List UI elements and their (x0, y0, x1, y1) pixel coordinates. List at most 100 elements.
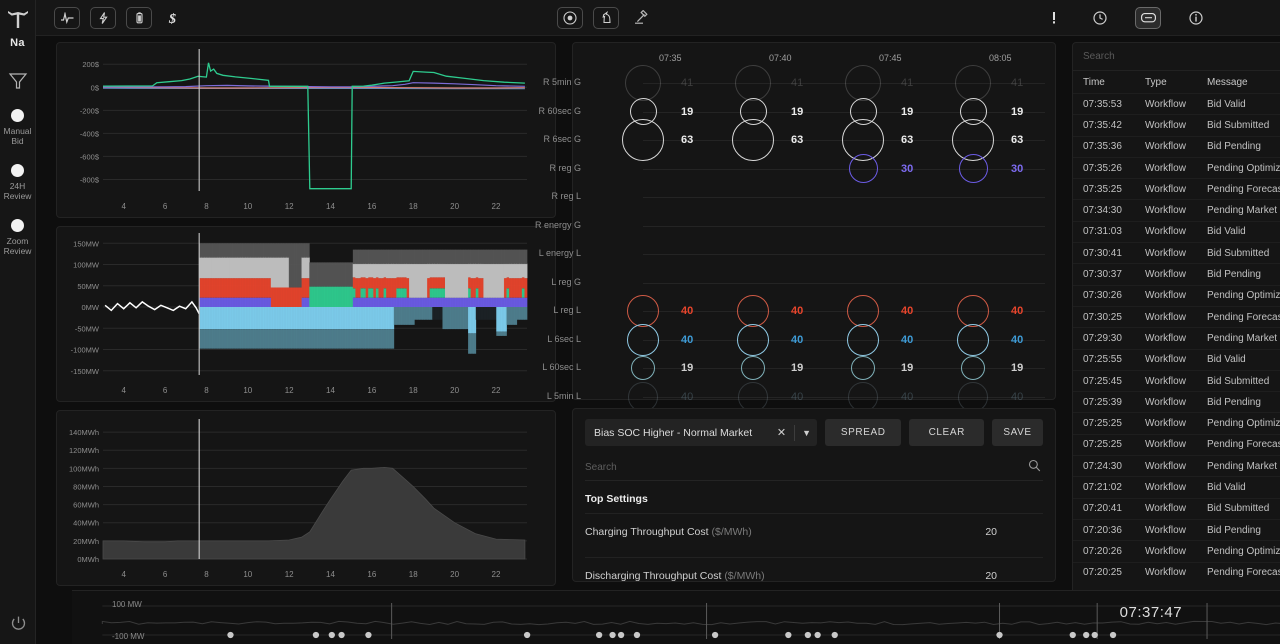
bid-circle[interactable] (627, 295, 659, 327)
table-row[interactable]: 07:35:26WorkflowPending Optimization (1073, 157, 1280, 178)
bid-value[interactable]: 63 (681, 134, 693, 146)
table-row[interactable]: 07:20:36WorkflowBid Pending (1073, 519, 1280, 540)
bid-circle[interactable] (741, 356, 765, 380)
bid-circle[interactable] (847, 295, 879, 327)
bid-circle[interactable] (737, 324, 769, 356)
table-row[interactable]: 07:25:25WorkflowPending Optimization (1073, 412, 1280, 433)
bid-value[interactable]: 40 (1011, 305, 1023, 317)
bid-value[interactable]: 40 (901, 334, 913, 346)
bid-circle[interactable] (851, 356, 875, 380)
bid-value[interactable]: 40 (681, 305, 693, 317)
bid-value[interactable]: 40 (901, 305, 913, 317)
column-header-type[interactable]: Type (1145, 77, 1207, 88)
bid-value[interactable]: 40 (1011, 391, 1023, 403)
bid-circle[interactable] (631, 356, 655, 380)
user-initials[interactable]: Na (10, 37, 25, 49)
bid-value[interactable]: 19 (1011, 362, 1023, 374)
setting-row-discharging-throughput-cost[interactable]: Discharging Throughput Cost ($/MWh) 20 (585, 557, 1043, 593)
bid-circle[interactable] (961, 356, 985, 380)
table-row[interactable]: 07:25:39WorkflowBid Pending (1073, 391, 1280, 412)
bid-circle[interactable] (847, 324, 879, 356)
bid-circle[interactable] (955, 65, 991, 101)
sidebar-item-24h-review[interactable]: 24H Review (0, 164, 36, 201)
table-row[interactable]: 07:24:30WorkflowPending Market Data (1073, 455, 1280, 476)
bid-value[interactable]: 41 (681, 77, 693, 89)
bid-circle[interactable] (737, 295, 769, 327)
bid-value[interactable]: 40 (791, 391, 803, 403)
preset-select[interactable]: Bias SOC Higher - Normal Market ✕ ▼ (585, 419, 817, 446)
chess-knight-icon[interactable] (593, 7, 619, 29)
table-row[interactable]: 07:30:26WorkflowPending Optimization (1073, 285, 1280, 306)
column-header-message[interactable]: Message (1207, 77, 1280, 88)
gavel-icon[interactable] (629, 7, 651, 29)
bid-value[interactable]: 40 (791, 334, 803, 346)
table-row[interactable]: 07:29:30WorkflowPending Market Data (1073, 327, 1280, 348)
bid-circle[interactable] (627, 324, 659, 356)
bid-value[interactable]: 40 (791, 305, 803, 317)
bid-circle[interactable] (845, 65, 881, 101)
bid-circle[interactable] (957, 324, 989, 356)
bid-value[interactable]: 63 (791, 134, 803, 146)
column-header-time[interactable]: Time (1083, 77, 1145, 88)
bid-circle[interactable] (625, 65, 661, 101)
table-row[interactable]: 07:31:03WorkflowBid Valid (1073, 221, 1280, 242)
table-row[interactable]: 07:30:41WorkflowBid Submitted (1073, 242, 1280, 263)
table-row[interactable]: 07:20:26WorkflowPending Optimization (1073, 540, 1280, 561)
bid-circle[interactable] (735, 65, 771, 101)
bid-value[interactable]: 19 (901, 106, 913, 118)
bid-circle[interactable] (957, 295, 989, 327)
search-icon[interactable] (1028, 459, 1041, 475)
message-box-icon[interactable] (1135, 7, 1161, 29)
table-row[interactable]: 07:25:45WorkflowBid Submitted (1073, 370, 1280, 391)
table-row[interactable]: 07:30:37WorkflowBid Pending (1073, 263, 1280, 284)
bid-value[interactable]: 19 (791, 362, 803, 374)
bid-value[interactable]: 40 (681, 391, 693, 403)
sidebar-item-zoom-review[interactable]: Zoom Review (0, 219, 36, 256)
power-button[interactable] (0, 615, 36, 632)
bid-circle[interactable] (959, 154, 988, 183)
bottom-timeline[interactable]: 100 MW -100 MW 07:37:47 (72, 590, 1280, 644)
table-row[interactable]: 07:34:30WorkflowPending Market Data (1073, 199, 1280, 220)
history-clock-icon[interactable] (1089, 7, 1111, 29)
setting-row-charging-throughput-cost[interactable]: Charging Throughput Cost ($/MWh) 20 (585, 513, 1043, 549)
bid-value[interactable]: 63 (1011, 134, 1023, 146)
table-row[interactable]: 07:30:25WorkflowPending Forecasting (1073, 306, 1280, 327)
settings-search-input[interactable]: Search (585, 455, 1043, 481)
lightning-bolt-icon[interactable] (90, 7, 116, 29)
table-row[interactable]: 07:35:36WorkflowBid Pending (1073, 136, 1280, 157)
table-row[interactable]: 07:35:25WorkflowPending Forecasting (1073, 178, 1280, 199)
clear-button[interactable]: CLEAR (909, 419, 984, 446)
close-x-icon[interactable]: ✕ (769, 426, 794, 439)
bid-value[interactable]: 40 (1011, 334, 1023, 346)
chevron-down-icon[interactable]: ▼ (795, 428, 811, 438)
bid-circle[interactable] (738, 382, 768, 412)
bid-value[interactable]: 19 (681, 362, 693, 374)
bid-circle[interactable] (628, 382, 658, 412)
bid-value[interactable]: 41 (1011, 77, 1023, 89)
bid-value[interactable]: 40 (901, 391, 913, 403)
battery-icon[interactable] (126, 7, 152, 29)
bid-value[interactable]: 41 (791, 77, 803, 89)
bid-value[interactable]: 19 (681, 106, 693, 118)
bid-value[interactable]: 19 (791, 106, 803, 118)
bid-value[interactable]: 40 (681, 334, 693, 346)
bid-value[interactable]: 30 (901, 163, 913, 175)
sidebar-item-manual-bid[interactable]: Manual Bid (0, 109, 36, 146)
table-row[interactable]: 07:20:41WorkflowBid Submitted (1073, 498, 1280, 519)
table-row[interactable]: 07:21:02WorkflowBid Valid (1073, 476, 1280, 497)
table-row[interactable]: 07:25:55WorkflowBid Valid (1073, 349, 1280, 370)
info-circle-icon[interactable] (1185, 7, 1207, 29)
bid-circle[interactable] (848, 382, 878, 412)
setting-value[interactable]: 20 (985, 526, 1043, 538)
bid-value[interactable]: 19 (1011, 106, 1023, 118)
table-row[interactable]: 07:25:25WorkflowPending Forecasting (1073, 434, 1280, 455)
table-row[interactable]: 07:20:25WorkflowPending Forecasting (1073, 562, 1280, 583)
log-search-input[interactable]: Search (1073, 43, 1280, 71)
funnel-icon[interactable] (7, 71, 29, 91)
bid-value[interactable]: 63 (901, 134, 913, 146)
setting-value[interactable]: 20 (985, 570, 1043, 582)
state-of-charge-chart[interactable]: 140MWh120MWh100MWh80MWh60MWh40MWh20MWh0M… (56, 410, 556, 586)
bid-circle[interactable] (849, 154, 878, 183)
bid-value[interactable]: 30 (1011, 163, 1023, 175)
target-circle-icon[interactable] (557, 7, 583, 29)
